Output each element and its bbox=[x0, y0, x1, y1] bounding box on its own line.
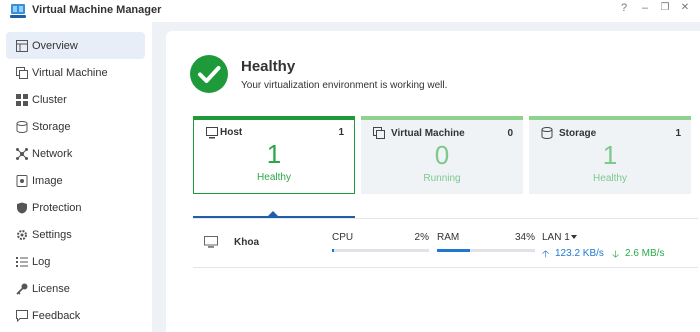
storage-icon bbox=[15, 120, 29, 134]
cpu-usage-bar bbox=[332, 249, 429, 252]
title-bar: Virtual Machine Manager ? – ❐ ✕ bbox=[0, 0, 700, 22]
upload-arrow-icon: 🡡 bbox=[542, 249, 550, 260]
virtual-machine-icon bbox=[15, 66, 29, 80]
card-value: 0 bbox=[434, 140, 450, 170]
sidebar-item-label: Feedback bbox=[32, 309, 81, 322]
overview-icon bbox=[15, 39, 29, 53]
sidebar-item-feedback[interactable]: Feedback bbox=[6, 302, 145, 329]
divider bbox=[193, 267, 698, 268]
download-arrow-icon: 🡣 bbox=[612, 249, 620, 260]
cpu-usage-fill bbox=[332, 249, 334, 252]
storage-icon bbox=[541, 127, 553, 139]
card-count: 1 bbox=[675, 128, 681, 139]
main-area: Healthy Your virtualization environment … bbox=[152, 22, 700, 332]
sidebar-item-log[interactable]: Log bbox=[6, 248, 145, 275]
app-logo-icon bbox=[10, 4, 26, 18]
sidebar-item-label: Cluster bbox=[32, 93, 67, 106]
check-circle-icon bbox=[190, 55, 228, 93]
image-icon bbox=[15, 174, 29, 188]
sidebar-item-label: Protection bbox=[32, 201, 82, 214]
sidebar-item-label: Virtual Machine bbox=[32, 66, 108, 79]
sidebar-item-label: Overview bbox=[32, 39, 78, 52]
lan-selector[interactable]: LAN 1 bbox=[542, 232, 570, 243]
ram-label: RAM bbox=[437, 232, 460, 243]
ram-value: 34% bbox=[514, 232, 535, 243]
monitor-icon bbox=[204, 236, 218, 248]
host-summary-card[interactable]: Host 1 1 Healthy bbox=[193, 116, 355, 194]
cluster-icon bbox=[15, 93, 29, 107]
download-rate: 2.6 MB/s bbox=[625, 248, 665, 259]
sidebar-item-image[interactable]: Image bbox=[6, 167, 145, 194]
host-name[interactable]: Khoa bbox=[234, 237, 259, 248]
sidebar-item-protection[interactable]: Protection bbox=[6, 194, 145, 221]
sidebar-item-label: Storage bbox=[32, 120, 71, 133]
sidebar-item-label: Image bbox=[32, 174, 63, 187]
ram-usage-fill bbox=[437, 249, 471, 252]
shield-icon bbox=[15, 201, 29, 215]
sidebar-item-label: Settings bbox=[32, 228, 72, 241]
sidebar-item-virtual-machine[interactable]: Virtual Machine bbox=[6, 59, 145, 86]
storage-summary-card[interactable]: Storage 1 1 Healthy bbox=[529, 116, 691, 194]
cpu-value: 2% bbox=[414, 232, 429, 243]
cpu-label: CPU bbox=[332, 232, 354, 243]
ram-usage-bar bbox=[437, 249, 535, 252]
minimize-button[interactable]: – bbox=[638, 2, 652, 14]
health-status-description: Your virtualization environment is worki… bbox=[241, 80, 448, 91]
sidebar-item-storage[interactable]: Storage bbox=[6, 113, 145, 140]
card-value: 1 bbox=[266, 139, 282, 169]
close-button[interactable]: ✕ bbox=[678, 2, 692, 13]
upload-rate: 123.2 KB/s bbox=[555, 248, 604, 259]
feedback-icon bbox=[15, 309, 29, 323]
overview-panel: Healthy Your virtualization environment … bbox=[166, 31, 700, 332]
chevron-down-icon[interactable] bbox=[571, 235, 577, 239]
gear-icon bbox=[15, 228, 29, 242]
help-button[interactable]: ? bbox=[617, 2, 631, 14]
sidebar-item-label: Network bbox=[32, 147, 73, 160]
card-label: Virtual Machine bbox=[391, 128, 465, 139]
network-icon bbox=[15, 147, 29, 161]
key-icon bbox=[15, 282, 29, 296]
sidebar-item-label: Log bbox=[32, 255, 51, 268]
card-count: 0 bbox=[507, 128, 513, 139]
window-title: Virtual Machine Manager bbox=[32, 4, 162, 16]
card-value: 1 bbox=[602, 140, 618, 170]
card-status: Healthy bbox=[257, 172, 291, 183]
monitor-icon bbox=[206, 127, 218, 139]
card-label: Storage bbox=[559, 128, 597, 139]
sidebar-item-overview[interactable]: Overview bbox=[6, 32, 145, 59]
card-status: Running bbox=[423, 173, 461, 184]
virtual-machine-summary-card[interactable]: Virtual Machine 0 0 Running bbox=[361, 116, 523, 194]
sidebar-item-cluster[interactable]: Cluster bbox=[6, 86, 145, 113]
card-count: 1 bbox=[338, 127, 344, 138]
health-status-title: Healthy bbox=[241, 58, 296, 75]
sidebar: Overview Virtual Machine Cluster Storage… bbox=[0, 22, 152, 332]
sidebar-item-settings[interactable]: Settings bbox=[6, 221, 145, 248]
virtual-machine-icon bbox=[373, 127, 385, 139]
sidebar-item-network[interactable]: Network bbox=[6, 140, 145, 167]
card-status: Healthy bbox=[593, 173, 627, 184]
divider bbox=[193, 218, 698, 219]
log-icon bbox=[15, 255, 29, 269]
restore-button[interactable]: ❐ bbox=[658, 2, 672, 13]
sidebar-item-license[interactable]: License bbox=[6, 275, 145, 302]
card-label: Host bbox=[220, 127, 243, 138]
sidebar-item-label: License bbox=[32, 282, 70, 295]
